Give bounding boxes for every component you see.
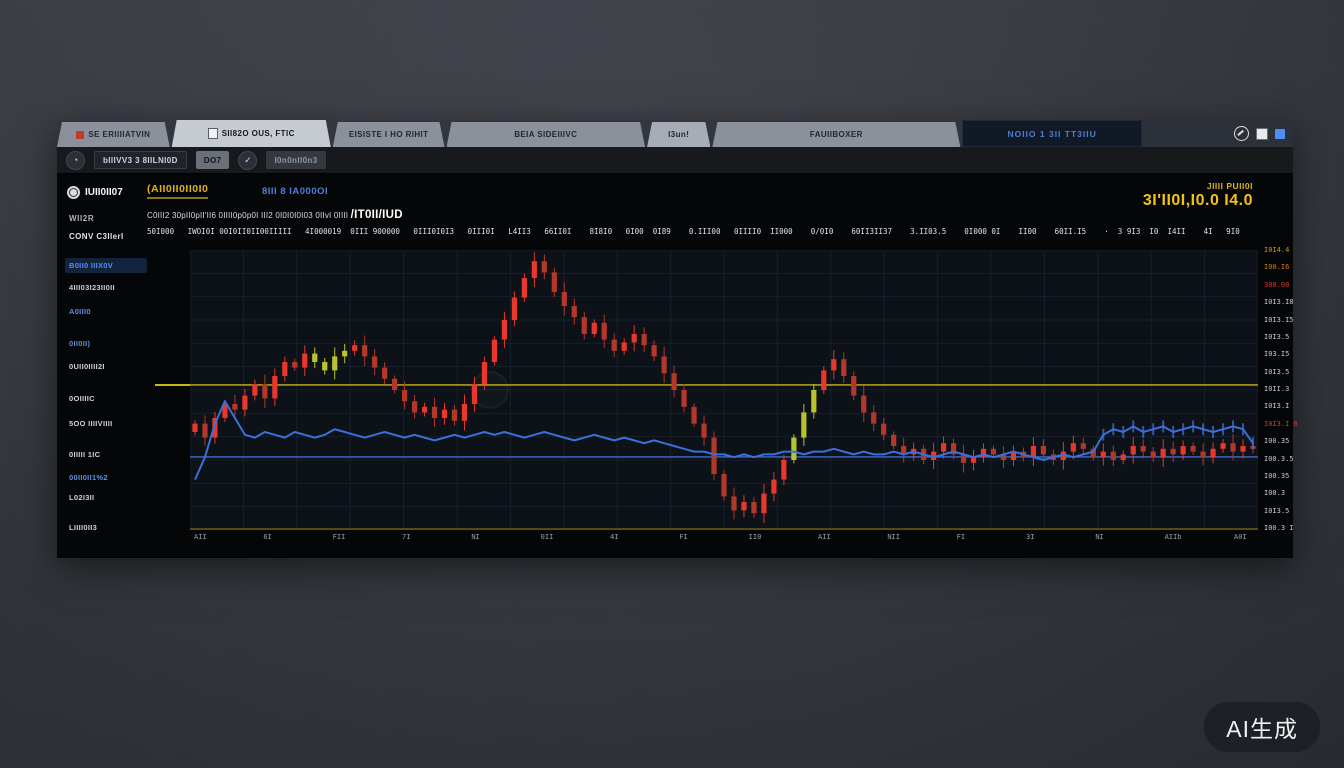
y-axis-label: 300.00 <box>1264 281 1289 289</box>
y-axis-label: I0I3.5 <box>1264 507 1289 515</box>
price-caption: JIIII PUII0I <box>1207 181 1253 191</box>
account-link[interactable]: 8III 8 IA000OI <box>262 186 328 197</box>
trading-terminal-window: SE ERIIIIATVIN SII82O OUS, FTIC EISISTE … <box>57 120 1293 558</box>
address-tab[interactable]: NOIIO 1 3II TT3IIU <box>962 120 1142 147</box>
y-axis-label: I00.35 <box>1264 437 1289 445</box>
browser-tab-bar: SE ERIIIIATVIN SII82O OUS, FTIC EISISTE … <box>57 120 1293 147</box>
tab-label: SE ERIIIIATVIN <box>88 130 150 139</box>
extension-icon[interactable] <box>1275 129 1285 139</box>
tab-sandbox[interactable]: FAUIIBOXER <box>712 122 960 147</box>
tab-label: BEIA SIDEIIIVC <box>514 130 577 139</box>
x-axis-label: A0I <box>1234 533 1247 541</box>
sync-icon[interactable]: ◔ <box>66 151 85 170</box>
tab-label: I3un! <box>668 130 689 139</box>
options-button[interactable]: I0n0nII0n3 <box>266 151 325 169</box>
tab-favicon-icon <box>76 131 84 139</box>
instrument-subtitle: C0III2 30pII0pII'II6 0IIII0p0p0I III2 0I… <box>147 209 403 221</box>
tab-active[interactable]: SII82O OUS, FTIC <box>172 120 331 147</box>
y-axis-label: I00.3 I <box>1264 524 1294 532</box>
sidebar-item-bonds[interactable]: B0II0 IIIX0V <box>65 258 147 273</box>
x-axis: AII 6I FII 7I NI 0II 4I FI II0 AII NII FI 3I NI AIIb A0… <box>190 533 1258 545</box>
timeframe-dropdown[interactable]: DO7 <box>196 151 230 169</box>
sidebar-subtitle-1: WII2R <box>69 214 94 223</box>
candlestick-chart <box>190 250 1258 530</box>
tab-label: SII82O OUS, FTIC <box>222 129 295 138</box>
y-axis-label: I00.3.5 <box>1264 455 1294 463</box>
y-axis-label: I0I3.I <box>1264 402 1289 410</box>
window-controls <box>1142 120 1293 147</box>
chart-area[interactable] <box>190 250 1258 530</box>
y-axis-label: I0I3.I 8 <box>1264 420 1298 428</box>
sidebar-item-ledger[interactable]: L02I3II <box>65 490 147 505</box>
y-axis-label: I00.35 <box>1264 472 1289 480</box>
y-axis-label: I00.3 <box>1264 489 1285 497</box>
tab-label: EISISTE I HO RIHIT <box>349 130 429 139</box>
x-axis-label: NII <box>887 533 900 541</box>
brand-label: IUII0II07 <box>85 187 123 198</box>
tab-terminal[interactable]: SE ERIIIIATVIN <box>57 122 170 147</box>
sidebar-item-oil[interactable]: 0IIIII 1IC <box>65 447 147 462</box>
window-restore-icon[interactable] <box>1256 128 1268 140</box>
y-axis-label: I0II.3 <box>1264 385 1289 393</box>
sidebar-item-limits[interactable]: LIIII0II3 <box>65 520 147 535</box>
tab-mini[interactable]: I3un! <box>647 122 710 147</box>
x-axis-label: 7I <box>402 533 410 541</box>
address-text: NOIIO 1 3II TT3IIU <box>1007 129 1096 139</box>
x-axis-label: AIIb <box>1165 533 1182 541</box>
ai-watermark: AI生成 <box>1204 702 1320 752</box>
x-axis-label: FI <box>957 533 965 541</box>
desktop-background: SE ERIIIIATVIN SII82O OUS, FTIC EISISTE … <box>0 0 1344 768</box>
sidebar-item-futures[interactable]: 0UII0IIII2I <box>65 359 147 374</box>
x-axis-label: NI <box>1095 533 1103 541</box>
sidebar-item-allocation[interactable]: 4III03I23II0II <box>65 280 147 295</box>
y-axis-label: I0I3.5 <box>1264 333 1289 341</box>
account-button[interactable]: bIIIVV3 3 8IILNI0D <box>94 151 187 169</box>
x-axis-label: FI <box>679 533 687 541</box>
x-axis-label: NI <box>471 533 479 541</box>
tab-label: FAUIIBOXER <box>810 130 863 139</box>
x-axis-label: AII <box>194 533 207 541</box>
x-axis-label: AII <box>818 533 831 541</box>
y-axis-label: I0I3.5 <box>1264 368 1289 376</box>
sidebar-item-percent[interactable]: 00II0II1%2 <box>65 470 147 485</box>
x-axis-label: II0 <box>749 533 762 541</box>
yellow-line-extension <box>155 384 190 386</box>
tab-beta[interactable]: BEIA SIDEIIIVC <box>447 122 646 147</box>
confirm-check-icon[interactable]: ✓ <box>238 151 257 170</box>
sidebar-item-options[interactable]: 0II0II) <box>65 336 147 351</box>
y-axis-label: I0I4.4 <box>1264 246 1289 254</box>
x-axis-label: 3I <box>1026 533 1034 541</box>
tab-history[interactable]: EISISTE I HO RIHIT <box>333 122 445 147</box>
subtitle-text: C0III2 30pII0pII'II6 0IIII0p0p0I III2 0I… <box>147 211 351 220</box>
y-axis-label: I0I3.I5 <box>1264 316 1294 324</box>
sidebar-subtitle-2: CONV C3IIerI <box>69 232 124 241</box>
x-axis-label: FII <box>333 533 346 541</box>
sidebar-item-comdty[interactable]: 0OIIIIC <box>65 391 147 406</box>
x-axis-label: 0II <box>541 533 554 541</box>
x-axis-label: 4I <box>610 533 618 541</box>
y-axis: I0I4.4 I00.I6 300.00 I0I3.I8 I0I3.I5 I0I3.5 I0… <box>1262 246 1292 534</box>
sidebar-item-500[interactable]: 5OO IIIIVIIII <box>65 416 147 431</box>
globe-icon <box>67 186 80 199</box>
y-axis-label: I03.I5 <box>1264 350 1289 358</box>
brand: IUII0II07 <box>67 186 123 199</box>
quote-strip: 50I000 IWOI0I 00I0II0II00IIIII 4I000019 … <box>147 227 1277 236</box>
y-axis-label: I0I3.I8 <box>1264 298 1294 306</box>
symbol-pair: /IT0II/IUD <box>351 209 403 221</box>
market-tab[interactable]: (AII0II0II0I0 <box>147 183 208 199</box>
y-axis-label: I00.I6 <box>1264 263 1289 271</box>
sidebar-item-audio[interactable]: A0III0 <box>65 304 147 319</box>
edit-circle-icon[interactable] <box>1234 126 1249 141</box>
trading-app: IUII0II07 WII2R CONV C3IIerI B0II0 IIIX0… <box>57 174 1293 558</box>
last-price: 3I'II0I,I0.0 I4.0 <box>1143 192 1253 210</box>
x-axis-label: 6I <box>263 533 271 541</box>
document-icon <box>208 128 218 139</box>
toolbar: ◔ bIIIVV3 3 8IILNI0D DO7 ✓ I0n0nII0n3 <box>57 147 1293 174</box>
